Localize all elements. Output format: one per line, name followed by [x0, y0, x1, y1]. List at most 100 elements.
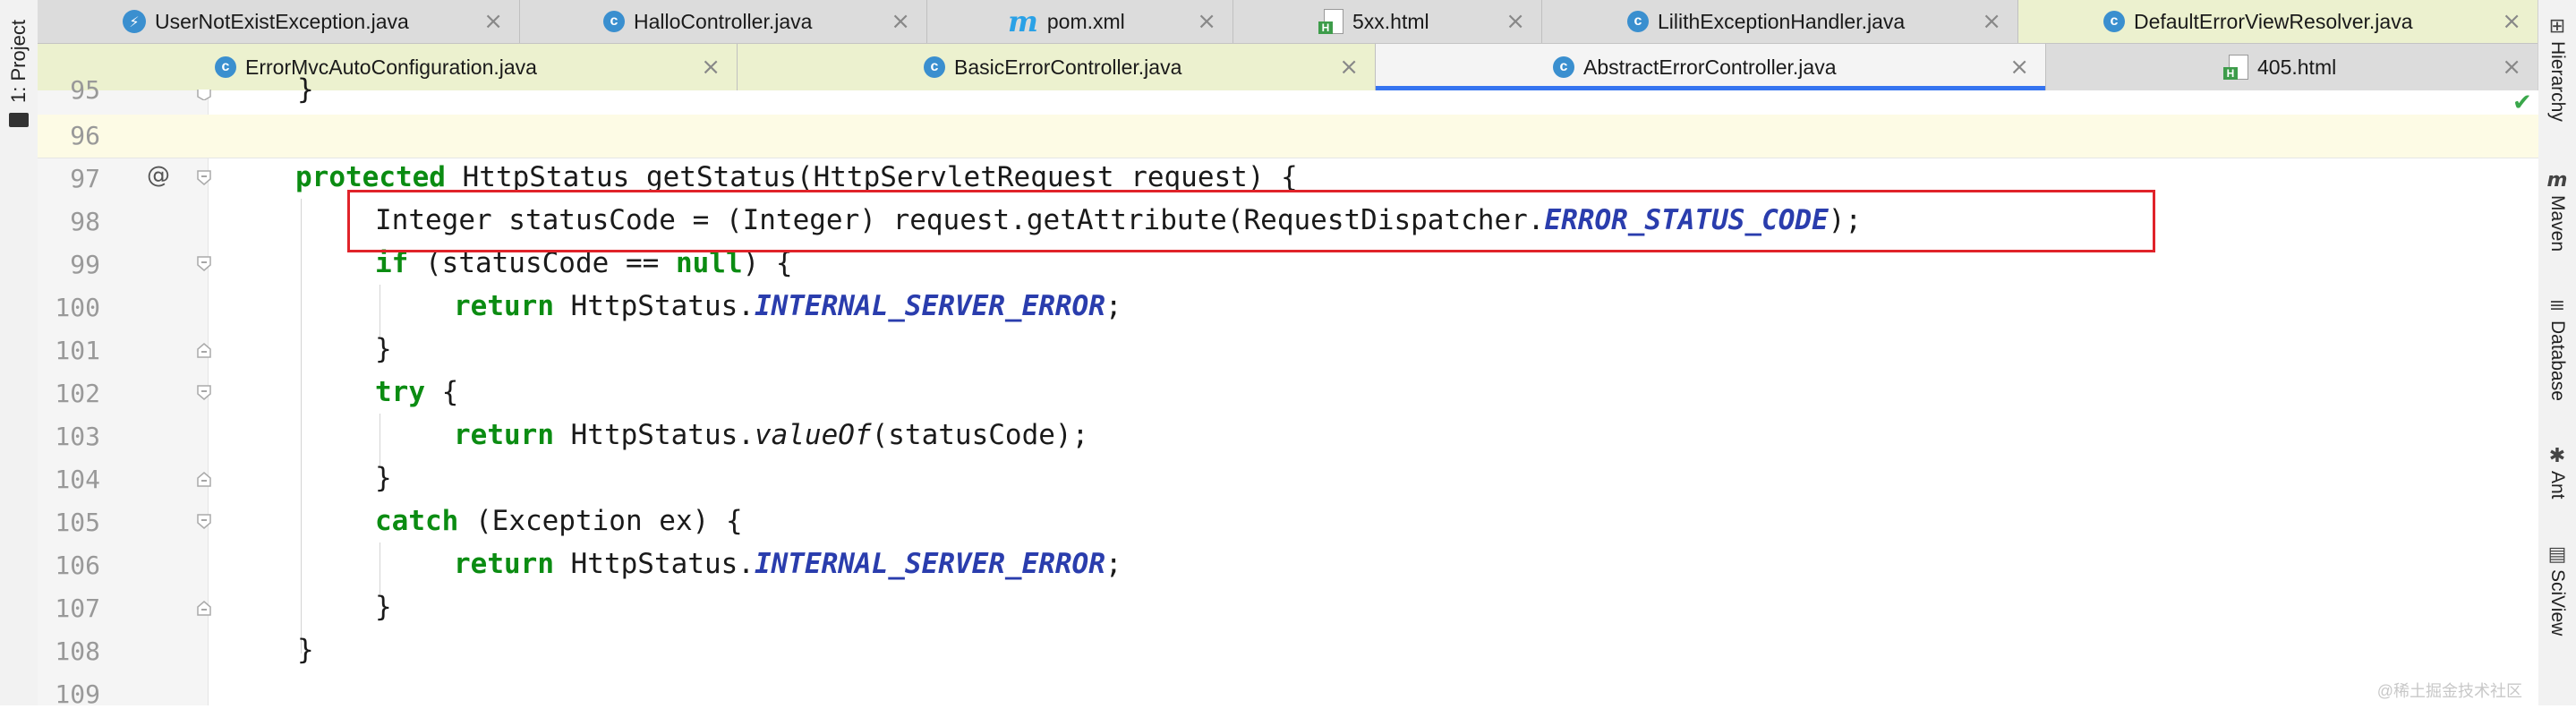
code-line-97[interactable]: protected HttpStatus getStatus(HttpServl…: [295, 161, 1298, 193]
code-line-103[interactable]: return HttpStatus.valueOf(statusCode);: [454, 419, 1088, 451]
sciview-icon: ▤: [2547, 543, 2567, 566]
tab-label: AbstractErrorController.java: [1583, 55, 1837, 79]
ant-tool-button[interactable]: ✱ Ant: [2538, 446, 2576, 500]
tab-label: 405.html: [2257, 55, 2337, 79]
ant-icon: ✱: [2548, 445, 2566, 467]
close-icon[interactable]: ×: [701, 54, 721, 81]
project-tool-button[interactable]: 1: Project: [4, 13, 34, 111]
line-number: 107: [55, 594, 100, 623]
code-line-106[interactable]: return HttpStatus.INTERNAL_SERVER_ERROR;: [454, 548, 1122, 580]
keyword: try: [375, 376, 425, 408]
code-line-104[interactable]: }: [375, 462, 392, 494]
code-text: }: [297, 634, 314, 666]
code-text: HttpStatus.: [553, 548, 755, 580]
override-marker-icon[interactable]: @: [147, 162, 170, 189]
tab-label: HalloController.java: [634, 9, 813, 33]
tab-5xx-html[interactable]: H 5xx.html ×: [1233, 0, 1542, 43]
tab-label: UserNotExistException.java: [155, 9, 409, 33]
fold-end-icon[interactable]: [197, 342, 211, 358]
line-number: 109: [55, 679, 100, 709]
annotation-highlight-box: [347, 190, 2155, 252]
tab-lilith-exception-handler[interactable]: c LilithExceptionHandler.java ×: [1542, 0, 2018, 43]
line-number: 106: [55, 551, 100, 580]
close-icon[interactable]: ×: [2009, 54, 2029, 81]
tab-error-mvc-auto-configuration[interactable]: c ErrorMvcAutoConfiguration.java ×: [38, 44, 738, 90]
line-number: 98: [70, 207, 100, 236]
code-line-101[interactable]: }: [375, 333, 392, 365]
code-line-105[interactable]: catch (Exception ex) {: [375, 505, 743, 537]
tab-abstract-error-controller[interactable]: c AbstractErrorController.java ×: [1376, 44, 2046, 90]
tab-label: LilithExceptionHandler.java: [1658, 9, 1906, 33]
class-icon: c: [1553, 56, 1574, 78]
code-line-102[interactable]: try {: [375, 376, 458, 408]
line-number: 96: [70, 121, 100, 150]
code-line-100[interactable]: return HttpStatus.INTERNAL_SERVER_ERROR;: [454, 290, 1122, 322]
line-number: 99: [70, 250, 100, 279]
keyword: return: [454, 290, 554, 322]
line-number: 104: [55, 465, 100, 494]
code-line-108[interactable]: }: [297, 634, 314, 666]
indent-guide: [301, 199, 302, 653]
html-file-icon: H: [1318, 9, 1343, 34]
tab-label: BasicErrorController.java: [954, 55, 1182, 79]
keyword: return: [454, 419, 554, 451]
fold-start-icon[interactable]: [197, 170, 211, 186]
close-icon[interactable]: ×: [2502, 54, 2521, 81]
line-number: 100: [55, 293, 100, 322]
tab-label: DefaultErrorViewResolver.java: [2134, 9, 2413, 33]
folder-icon[interactable]: [9, 113, 29, 127]
fold-start-icon[interactable]: [197, 385, 211, 401]
tab-label: ErrorMvcAutoConfiguration.java: [245, 55, 537, 79]
fold-end-icon[interactable]: [197, 90, 211, 106]
close-icon[interactable]: ×: [1982, 8, 2001, 35]
tab-hallo-controller[interactable]: c HalloController.java ×: [520, 0, 927, 43]
fold-start-icon[interactable]: [197, 256, 211, 272]
fold-end-icon[interactable]: [197, 600, 211, 616]
class-icon: c: [215, 56, 236, 78]
line-number: 97: [70, 164, 100, 193]
tab-405-html[interactable]: H 405.html ×: [2046, 44, 2538, 90]
keyword: return: [454, 548, 554, 580]
code-text: {: [425, 376, 459, 408]
tab-user-not-exist-exception[interactable]: ⚡ UserNotExistException.java ×: [38, 0, 520, 43]
line-number: 108: [55, 636, 100, 666]
code-text: (statusCode);: [871, 419, 1089, 451]
close-icon[interactable]: ×: [1197, 8, 1216, 35]
close-icon[interactable]: ×: [483, 8, 503, 35]
fold-start-icon[interactable]: [197, 514, 211, 530]
database-tool-button[interactable]: ≡ Database: [2538, 295, 2576, 401]
class-icon: c: [1627, 11, 1649, 32]
line-number: 105: [55, 508, 100, 537]
tab-pom-xml[interactable]: m pom.xml ×: [927, 0, 1233, 43]
code-line-107[interactable]: }: [375, 591, 392, 623]
close-icon[interactable]: ×: [1339, 54, 1359, 81]
code-line-95[interactable]: }: [297, 73, 314, 106]
right-tool-strip: ⊞ Hierarchy m Maven ≡ Database ✱ Ant ▤ S…: [2538, 0, 2576, 705]
inspection-ok-check-icon[interactable]: ✔: [2512, 90, 2532, 116]
method-name: valueOf: [754, 419, 872, 451]
close-icon[interactable]: ×: [1506, 8, 1525, 35]
close-icon[interactable]: ×: [2502, 8, 2521, 35]
class-icon: c: [2103, 11, 2125, 32]
exception-class-icon: ⚡: [123, 10, 146, 33]
maven-icon: m: [2546, 169, 2568, 192]
constant: INTERNAL_SERVER_ERROR: [754, 290, 1105, 322]
tab-default-error-view-resolver[interactable]: c DefaultErrorViewResolver.java ×: [2018, 0, 2538, 43]
code-text: }: [375, 591, 392, 623]
tab-basic-error-controller[interactable]: c BasicErrorController.java ×: [738, 44, 1376, 90]
database-icon: ≡: [2548, 295, 2566, 317]
hierarchy-tool-button[interactable]: ⊞ Hierarchy: [2538, 16, 2576, 122]
sciview-tool-button[interactable]: ▤ SciView: [2538, 544, 2576, 636]
line-number: 95: [70, 75, 100, 105]
editor-tabs-row-1: ⚡ UserNotExistException.java × c HalloCo…: [38, 0, 2538, 44]
keyword: protected: [295, 161, 446, 193]
line-number: 101: [55, 336, 100, 365]
code-text: ;: [1105, 548, 1122, 580]
maven-tool-button[interactable]: m Maven: [2538, 170, 2576, 252]
code-text: HttpStatus.: [553, 419, 755, 451]
fold-end-icon[interactable]: [197, 471, 211, 487]
class-icon: c: [924, 56, 945, 78]
keyword: catch: [375, 505, 459, 537]
current-line-highlight: [38, 115, 2538, 158]
close-icon[interactable]: ×: [891, 8, 910, 35]
